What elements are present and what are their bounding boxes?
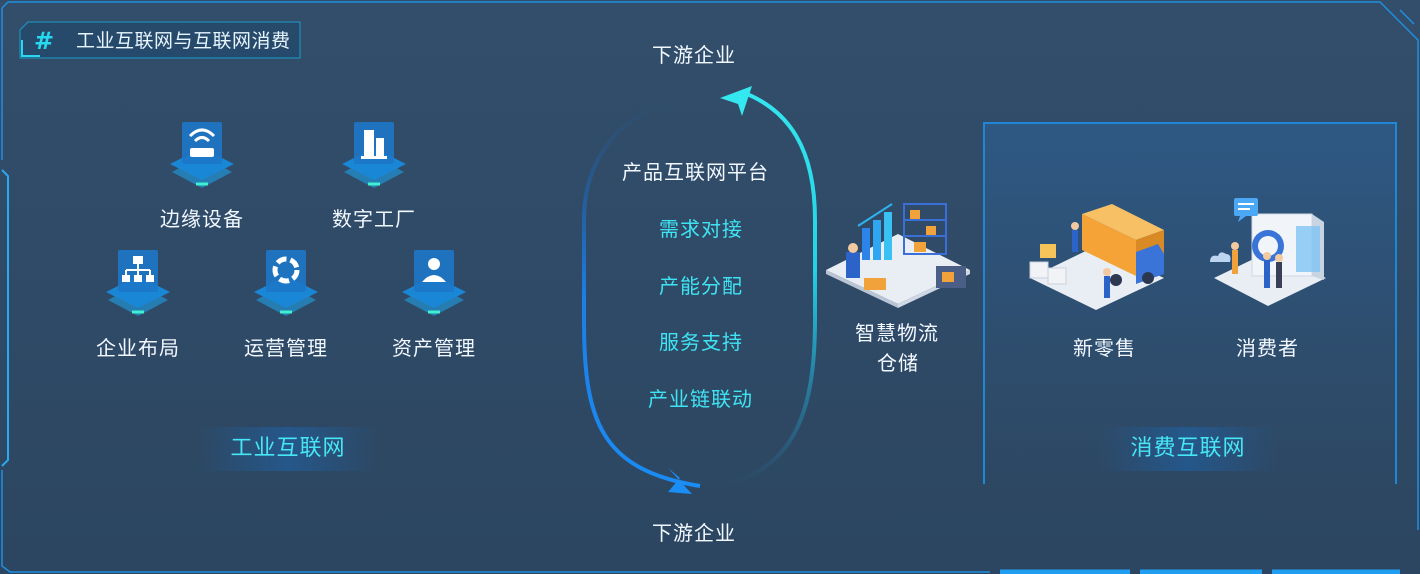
warehouse-illustration-icon bbox=[818, 190, 978, 308]
title-text: 工业互联网与互联网消费 bbox=[76, 30, 291, 52]
building-icon bbox=[332, 112, 416, 196]
platform-title: 产品互联网平台 bbox=[622, 160, 769, 184]
diagram-canvas: # 工业互联网与互联网消费 边缘设备 数字工厂 企业布局 运营管理 资产管理 工… bbox=[0, 0, 1420, 574]
industrial-item-label: 企业布局 bbox=[96, 336, 180, 360]
consumer-illustration-icon bbox=[1206, 194, 1330, 312]
consumer-item-label: 新零售 bbox=[1073, 336, 1136, 360]
industrial-item-label: 运营管理 bbox=[244, 336, 328, 360]
org-chart-icon bbox=[96, 240, 180, 324]
person-icon bbox=[392, 240, 476, 324]
loop-item: 产能分配 bbox=[659, 274, 743, 298]
arrow-up-icon bbox=[720, 86, 752, 116]
lifebuoy-icon bbox=[244, 240, 328, 324]
downstream-bottom-label: 下游企业 bbox=[652, 521, 736, 545]
downstream-top-label: 下游企业 bbox=[652, 43, 736, 67]
hash-icon: # bbox=[34, 27, 55, 55]
loop-item: 服务支持 bbox=[659, 330, 743, 354]
consumer-section-label: 消费互联网 bbox=[1098, 427, 1278, 471]
consumer-item-label: 消费者 bbox=[1236, 336, 1299, 360]
industrial-section-label: 工业互联网 bbox=[198, 427, 378, 471]
loop-item: 产业链联动 bbox=[648, 387, 753, 411]
industrial-item-label: 资产管理 bbox=[392, 336, 476, 360]
page-title: # 工业互联网与互联网消费 bbox=[20, 22, 320, 60]
loop-item: 需求对接 bbox=[659, 217, 743, 241]
industrial-item-label: 边缘设备 bbox=[160, 207, 244, 231]
industrial-item-label: 数字工厂 bbox=[332, 207, 416, 231]
logistics-label-line2: 仓储 bbox=[877, 351, 919, 375]
arrow-down-icon bbox=[668, 468, 692, 494]
delivery-truck-illustration-icon bbox=[1026, 204, 1168, 312]
logistics-label-line1: 智慧物流 bbox=[855, 321, 939, 345]
router-icon bbox=[160, 112, 244, 196]
